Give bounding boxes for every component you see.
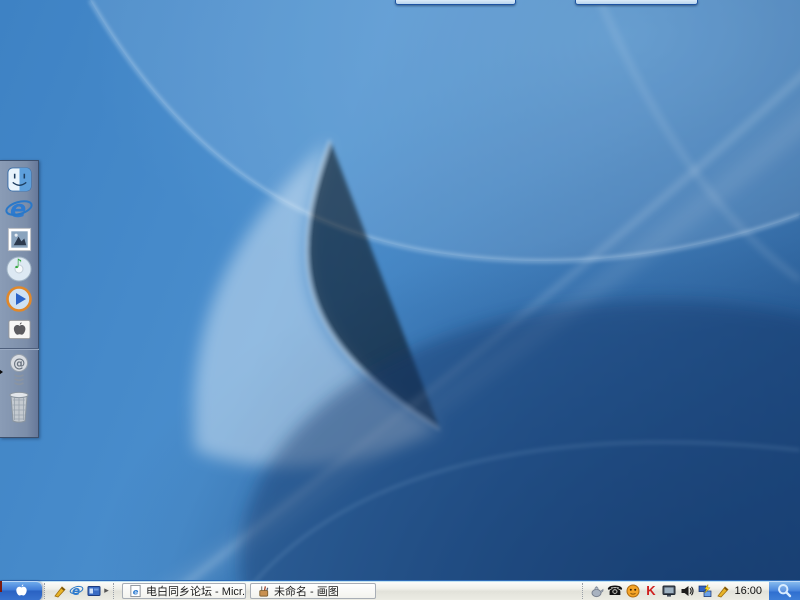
mail-at-spring-icon: @ xyxy=(5,353,33,387)
ie-icon: e xyxy=(69,583,84,598)
taskbar-button-forum[interactable]: e 电白同乡论坛 - Micr... xyxy=(122,583,246,599)
network-bolt-icon[interactable] xyxy=(697,583,712,598)
apple-logo-icon xyxy=(14,583,29,598)
quick-launch-overflow-chevron[interactable]: ▸ xyxy=(102,585,111,596)
gold-brush-icon xyxy=(53,584,67,598)
quick-launch-gold-brush[interactable] xyxy=(51,583,68,599)
photo-stamp-icon xyxy=(6,226,33,253)
media-player-icon xyxy=(5,285,33,313)
dock-separator xyxy=(0,348,39,350)
quick-launch-blue-app[interactable] xyxy=(85,583,102,599)
apple-box-icon xyxy=(6,316,33,343)
ie-icon: e xyxy=(4,194,34,224)
taskbar: e ▸ e 电白同乡论坛 - Micr... xyxy=(0,580,800,600)
music-note-glyph: ♪ xyxy=(14,257,22,272)
dock-item-trash[interactable] xyxy=(3,387,35,427)
wallpaper-curves xyxy=(0,0,800,600)
tray-clock[interactable]: 16:00 xyxy=(730,585,768,597)
qq-face-icon[interactable] xyxy=(625,583,640,598)
trash-mesh-icon xyxy=(5,388,33,426)
taskbar-edge-artifact xyxy=(0,581,2,592)
blue-app-icon xyxy=(87,584,101,598)
gold-brush-icon[interactable] xyxy=(715,583,730,598)
ie-letter: e xyxy=(133,586,139,596)
dock-item-internet-explorer[interactable]: e xyxy=(3,194,35,224)
tray-separator xyxy=(582,583,587,599)
monitor-icon[interactable] xyxy=(661,583,676,598)
volume-icon[interactable] xyxy=(679,583,694,598)
dock-item-finder[interactable] xyxy=(3,164,35,194)
dock-item-itunes[interactable]: ♪ xyxy=(3,254,35,284)
dock: e ♪ xyxy=(0,160,39,438)
at-sign-glyph: @ xyxy=(13,357,25,371)
magnifier-icon xyxy=(777,583,792,598)
desktop: e ♪ xyxy=(0,0,800,600)
finder-icon xyxy=(6,166,33,193)
taskbar-button-label: 电白同乡论坛 - Micr... xyxy=(146,583,246,599)
partial-dialog-button-left[interactable] xyxy=(395,0,516,5)
ie-letter: e xyxy=(10,195,26,223)
paint-icon xyxy=(257,584,270,598)
ie-page-icon: e xyxy=(129,584,142,598)
task-area-separator xyxy=(113,583,118,599)
kettle-icon[interactable] xyxy=(589,583,604,598)
quick-launch-internet-explorer[interactable]: e xyxy=(68,583,85,599)
taskbar-button-label: 未命名 - 画图 xyxy=(274,583,339,599)
system-tray: ☎ K xyxy=(589,583,730,598)
dock-item-photos[interactable] xyxy=(3,224,35,254)
taskbar-button-paint[interactable]: 未命名 - 画图 xyxy=(250,583,376,599)
quick-launch-separator xyxy=(44,583,49,599)
dock-item-mail[interactable]: @ xyxy=(3,353,35,387)
start-button[interactable] xyxy=(0,581,42,600)
itunes-cd-icon: ♪ xyxy=(5,255,33,283)
k-icon[interactable]: K xyxy=(643,583,658,598)
search-button[interactable] xyxy=(769,581,800,600)
dock-item-apple-box[interactable] xyxy=(3,314,35,344)
phone-icon[interactable]: ☎ xyxy=(607,583,622,598)
partial-dialog-button-right[interactable] xyxy=(575,0,698,5)
dock-item-media-player[interactable] xyxy=(3,284,35,314)
